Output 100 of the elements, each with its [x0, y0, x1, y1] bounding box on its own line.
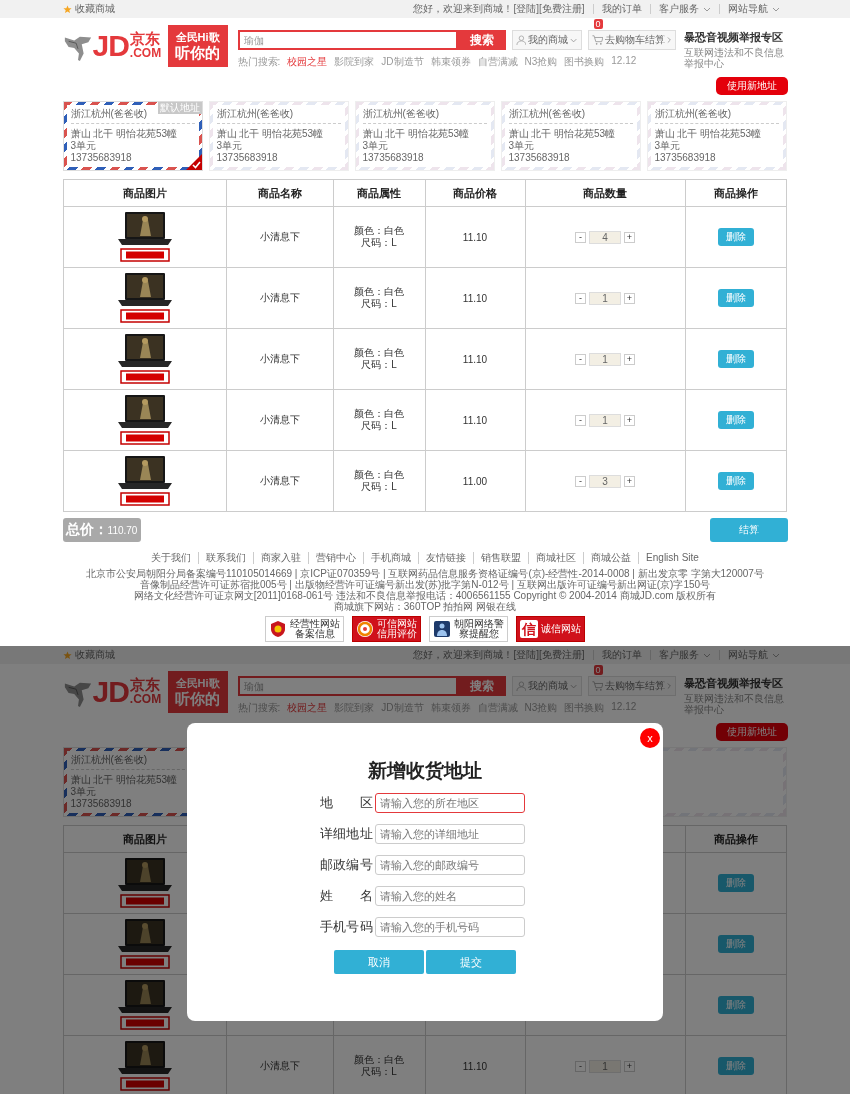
hot-search-link[interactable]: N3抢购	[524, 55, 558, 69]
checkout-button[interactable]: 结算	[709, 518, 788, 542]
promo-banner[interactable]: 全民Hi歌 听你的	[167, 671, 228, 713]
badge-text: 信用评价	[377, 629, 417, 639]
cancel-button[interactable]: 取消	[334, 950, 424, 974]
footer-link[interactable]: 商城社区	[528, 552, 584, 564]
register-link[interactable]: [免费注册]	[538, 3, 585, 14]
quantity-field[interactable]: 1	[589, 352, 621, 366]
certification-badge[interactable]: 可信网站 信用评价	[352, 616, 421, 642]
decrement-button[interactable]: -	[575, 414, 586, 426]
address-card[interactable]: 浙江杭州(爸爸收) 萧山 北干 明怡花苑53幢3单元 13735683918	[208, 101, 349, 171]
quantity-field[interactable]: 3	[589, 474, 621, 488]
search-button[interactable]: 搜索	[457, 30, 506, 50]
quantity-field[interactable]: 4	[589, 230, 621, 244]
top-nav-link[interactable]: 客户服务	[649, 4, 719, 14]
certification-badge[interactable]: 朝阳网络警 察提醒您	[429, 616, 508, 642]
chevron-down-icon	[702, 6, 711, 12]
text-field[interactable]: 请输入您的详细地址	[374, 824, 525, 844]
attribute-text: 尺码：L	[360, 481, 398, 493]
certification-badge[interactable]: 经营性网站 备案信息	[265, 616, 344, 642]
footer-link[interactable]: 手机商城	[363, 552, 419, 564]
increment-button[interactable]: +	[624, 231, 635, 243]
increment-button[interactable]: +	[624, 475, 635, 487]
certification-badge[interactable]: 信 诚信网站	[516, 616, 585, 642]
hot-search-link[interactable]: 校园之星	[287, 701, 328, 715]
close-button[interactable]: x	[640, 728, 660, 748]
footer-link[interactable]: 关于我们	[144, 552, 199, 564]
footer-link[interactable]: 商家入驻	[253, 552, 309, 564]
emblem-text: 信	[520, 620, 538, 638]
cart-button[interactable]: 去购物车结算	[587, 30, 676, 50]
footer-link[interactable]: 商城公益	[583, 552, 639, 564]
text-field[interactable]: 请输入您的邮政编号	[374, 855, 525, 875]
attribute-text: 尺码：L	[360, 237, 398, 249]
cart-button[interactable]: 去购物车结算	[587, 676, 676, 696]
delete-button[interactable]: 删除	[717, 411, 754, 429]
search-field[interactable]: 瑜伽	[237, 30, 458, 50]
top-nav-link[interactable]: 我的订单	[592, 4, 650, 14]
footer-link[interactable]: English Site	[638, 552, 706, 564]
column-header: 商品图片	[122, 832, 167, 845]
decrement-button[interactable]: -	[575, 475, 586, 487]
text-field[interactable]: 请输入您的所在地区	[374, 793, 525, 813]
favorite-link[interactable]: 收藏商城	[74, 2, 115, 16]
favorite-link[interactable]: 收藏商城	[74, 648, 115, 662]
decrement-button[interactable]: -	[575, 292, 586, 304]
register-link[interactable]: [免费注册]	[538, 649, 585, 660]
banner-text: 听你的	[175, 690, 220, 708]
hot-search-link[interactable]: 韩束领券	[430, 55, 471, 69]
my-mall-button[interactable]: 我的商城	[511, 676, 582, 696]
hot-search-link[interactable]: 12.12	[611, 55, 637, 69]
hot-search-link[interactable]: 校园之星	[287, 55, 328, 69]
search-button[interactable]: 搜索	[457, 676, 506, 696]
top-nav-link[interactable]: 网站导航	[718, 650, 788, 660]
hot-search-link[interactable]: 图书换购	[564, 55, 605, 69]
increment-button[interactable]: +	[624, 353, 635, 365]
shield-emblem-icon	[269, 620, 287, 638]
quantity-field[interactable]: 1	[589, 1059, 621, 1073]
my-mall-button[interactable]: 我的商城	[511, 30, 582, 50]
hot-search-link[interactable]: 自营满减	[477, 55, 518, 69]
price-text: 11.10	[462, 353, 488, 365]
decrement-button[interactable]: -	[575, 1060, 586, 1072]
quantity-field[interactable]: 1	[589, 291, 621, 305]
promo-banner[interactable]: 全民Hi歌 听你的	[167, 25, 228, 67]
attribute-text: 尺码：L	[360, 420, 398, 432]
footer-link[interactable]: 联系我们	[198, 552, 254, 564]
increment-button[interactable]: +	[624, 1060, 635, 1072]
text-field[interactable]: 请输入您的手机号码	[374, 917, 525, 937]
delete-button[interactable]: 删除	[717, 472, 754, 490]
delete-button[interactable]: 删除	[717, 289, 754, 307]
submit-button[interactable]: 提交	[426, 950, 516, 974]
report-title[interactable]: 暴恐音视频举报专区	[683, 676, 788, 691]
decrement-button[interactable]: -	[575, 353, 586, 365]
police-emblem-icon	[433, 620, 451, 638]
phone-number: 13735683918	[216, 152, 279, 164]
decrement-button[interactable]: -	[575, 231, 586, 243]
hot-search-link[interactable]: JD制造节	[381, 55, 424, 69]
price-text: 11.10	[462, 231, 488, 243]
new-address-button[interactable]: 使用新地址	[715, 723, 788, 741]
star-icon	[62, 650, 72, 660]
delete-button[interactable]: 删除	[717, 350, 754, 368]
address-card[interactable]: 浙江杭州(爸爸收) 萧山 北干 明怡花苑53幢3单元 13735683918	[646, 101, 787, 171]
new-address-button[interactable]: 使用新地址	[715, 77, 788, 95]
hot-search-link[interactable]: 影院到家	[334, 55, 375, 69]
address-card[interactable]: 浙江杭州(爸爸收) 萧山 北干 明怡花苑53幢3单元 13735683918	[354, 101, 495, 171]
increment-button[interactable]: +	[624, 292, 635, 304]
top-nav-link[interactable]: 客户服务	[649, 650, 719, 660]
delete-button[interactable]: 删除	[717, 228, 754, 246]
increment-button[interactable]: +	[624, 414, 635, 426]
chevron-down-icon	[702, 652, 711, 658]
total-label: 总价：	[65, 521, 108, 539]
text-field[interactable]: 请输入您的姓名	[374, 886, 525, 906]
product-name: 小清息下	[259, 231, 300, 242]
quantity-field[interactable]: 1	[589, 413, 621, 427]
top-nav-link[interactable]: 网站导航	[718, 4, 788, 14]
login-link[interactable]: [登陆]	[513, 3, 539, 14]
footer-link[interactable]: 销售联盟	[473, 552, 529, 564]
report-title[interactable]: 暴恐音视频举报专区	[683, 30, 788, 45]
footer-link[interactable]: 友情链接	[418, 552, 474, 564]
address-card[interactable]: 浙江杭州(爸爸收) 萧山 北干 明怡花苑53幢3单元 13735683918	[500, 101, 641, 171]
footer-link[interactable]: 营销中心	[308, 552, 364, 564]
recipient-region: 浙江杭州(爸爸收)	[508, 108, 633, 124]
